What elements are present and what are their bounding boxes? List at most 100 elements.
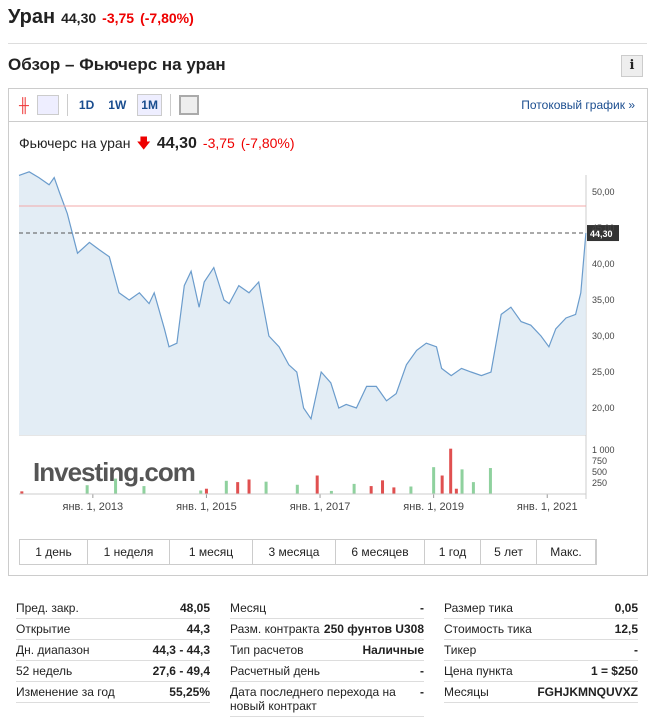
x-tick-label: янв. 1, 2021 [517, 501, 578, 513]
stat-value: 27,6 - 49,4 [152, 664, 210, 678]
instrument-name: Уран [8, 6, 56, 28]
stats-row: Пред. закр. 48,05 [16, 598, 210, 619]
instrument-header: Уран 44,30 -3,75 (-7,80%) [8, 6, 194, 29]
stat-label: Дн. диапазон [16, 643, 90, 657]
range-4[interactable]: 6 месяцев [336, 540, 425, 564]
stats-row: Расчетный день - [230, 661, 424, 682]
stat-label: Стоимость тика [444, 622, 532, 636]
range-7[interactable]: Макс. [537, 540, 596, 564]
change-pct: (-7,80%) [140, 10, 194, 26]
stat-label: Открытие [16, 622, 71, 636]
x-tick-label: янв. 1, 2017 [290, 501, 351, 513]
volume-bar [204, 488, 208, 494]
x-tick-label: янв. 1, 2015 [176, 501, 237, 513]
stat-value: - [420, 685, 424, 699]
volume-tick-label: 250 [592, 478, 607, 488]
stat-value: - [634, 643, 638, 657]
section-title: Обзор – Фьючерс на уран [8, 55, 226, 74]
volume-tick-label: 500 [592, 467, 607, 477]
range-5[interactable]: 1 год [425, 540, 481, 564]
stats-row: Изменение за год 55,25% [16, 682, 210, 703]
price-area [19, 171, 586, 436]
stats-row: Месяцы FGHJKMNQUVXZ [444, 682, 638, 703]
range-2[interactable]: 1 месяц [170, 540, 253, 564]
divider [8, 43, 647, 44]
stat-label: 52 недель [16, 664, 73, 678]
volume-tick-label: 1 000 [592, 445, 615, 455]
stats-row: Открытие 44,3 [16, 619, 210, 640]
y-tick-label: 45,00 [592, 223, 615, 233]
investing-watermark: Investing.com [33, 457, 195, 487]
stats-row: Дн. диапазон 44,3 - 44,3 [16, 640, 210, 661]
change: -3,75 [102, 10, 135, 26]
volume-tick-label: 750 [592, 456, 607, 466]
range-0[interactable]: 1 день [20, 540, 88, 564]
stat-value: 250 фунтов U308 [323, 622, 424, 636]
y-tick-label: 25,00 [592, 367, 615, 377]
stat-label: Изменение за год [16, 685, 115, 699]
volume-bar [449, 448, 453, 494]
volume-bar [440, 475, 444, 494]
stats-row: Стоимость тика 12,5 [444, 619, 638, 640]
volume-bar [315, 475, 319, 494]
stat-label: Тип расчетов [230, 643, 304, 657]
volume-bar [381, 480, 385, 494]
stats-row: Размер тика 0,05 [444, 598, 638, 619]
y-tick-label: 50,00 [592, 187, 615, 197]
stat-value: 12,5 [614, 622, 638, 636]
volume-bar [264, 481, 268, 494]
chart-panel: ╫ 1D 1W 1M Потоковый график » Фьючерс на… [8, 88, 648, 576]
volume-bar [142, 486, 146, 494]
stats-row: Цена пункта 1 = $250 [444, 661, 638, 682]
stat-label: Разм. контракта [230, 622, 320, 636]
stat-value: 0,05 [614, 601, 638, 615]
volume-bar [409, 486, 413, 494]
stat-value: 55,25% [169, 685, 210, 699]
stats-row: Тип расчетов Наличные [230, 640, 424, 661]
stat-label: Расчетный день [230, 664, 321, 678]
stat-value: - [420, 664, 424, 678]
x-tick-label: янв. 1, 2013 [62, 501, 123, 513]
volume-bar [224, 480, 228, 494]
price: 44,30 [61, 10, 97, 26]
stats-column: Пред. закр. 48,05 Открытие 44,3 Дн. диапазон… [16, 598, 210, 717]
stat-label: Тикер [444, 643, 477, 657]
stat-value: 48,05 [179, 601, 210, 615]
stat-label: Месяцы [444, 685, 489, 699]
range-6[interactable]: 5 лет [481, 540, 537, 564]
stats-row: Тикер - [444, 640, 638, 661]
stat-label: Цена пункта [444, 664, 513, 678]
stat-value: - [420, 601, 424, 615]
stat-value: 44,3 [186, 622, 210, 636]
volume-bar [295, 484, 299, 494]
volume-bar [369, 486, 373, 494]
volume-bar [460, 469, 464, 494]
stats-column: Размер тика 0,05 Стоимость тика 12,5 Тикер - Ц… [444, 598, 638, 717]
stat-label: Пред. закр. [16, 601, 79, 615]
y-tick-label: 30,00 [592, 331, 615, 341]
volume-bar [488, 468, 492, 494]
volume-bar [247, 479, 251, 494]
stats-row: Месяц - [230, 598, 424, 619]
y-tick-label: 40,00 [592, 259, 615, 269]
stats-column: Месяц - Разм. контракта 250 фунтов U308 Тип … [230, 598, 424, 717]
volume-bar [392, 487, 396, 494]
range-3[interactable]: 3 месяца [253, 540, 336, 564]
stats-table: Пред. закр. 48,05 Открытие 44,3 Дн. диапазон… [16, 598, 638, 717]
price-chart[interactable]: 44,3050,0045,0040,0035,0030,0025,0020,00… [9, 89, 647, 529]
y-tick-label: 20,00 [592, 403, 615, 413]
stats-row: Разм. контракта 250 фунтов U308 [230, 619, 424, 640]
volume-bar [471, 482, 475, 494]
y-tick-label: 35,00 [592, 295, 615, 305]
info-button[interactable]: i [621, 55, 643, 77]
stats-row: 52 недель 27,6 - 49,4 [16, 661, 210, 682]
stats-row: Дата последнего перехода на новый контра… [230, 682, 424, 717]
stat-label: Дата последнего перехода на новый контра… [230, 685, 396, 713]
volume-bar [236, 482, 240, 494]
volume-bar [432, 467, 436, 494]
range-selector: 1 день 1 неделя 1 месяц 3 месяца 6 месяцев 1 … [19, 539, 597, 565]
range-1[interactable]: 1 неделя [88, 540, 170, 564]
volume-bar [199, 490, 203, 494]
stat-value: 44,3 - 44,3 [152, 643, 210, 657]
stat-value: FGHJKMNQUVXZ [537, 685, 638, 699]
